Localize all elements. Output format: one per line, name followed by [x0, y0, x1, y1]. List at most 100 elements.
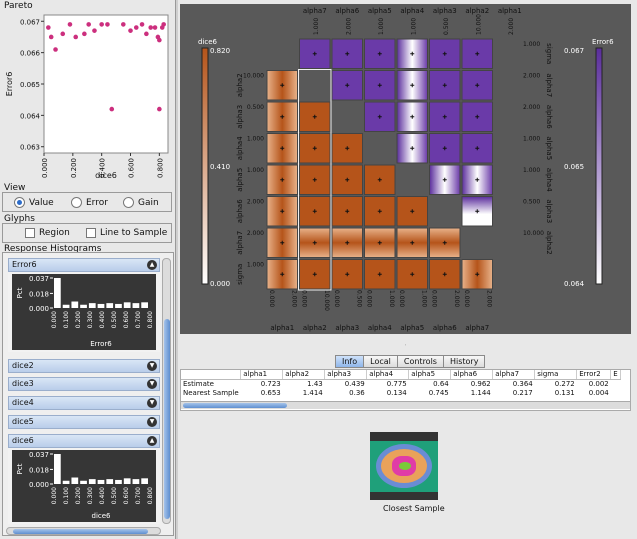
y-tick-label: 0.018 [29, 466, 49, 474]
tab-local[interactable]: Local [363, 355, 398, 368]
tab-controls[interactable]: Controls [396, 355, 444, 368]
top-axis-label: alpha1 [498, 7, 522, 15]
column-header[interactable]: alpha6 [450, 370, 494, 380]
x-tick-label: 0.300 [87, 311, 94, 328]
y-tick-label: 0.065 [20, 81, 40, 89]
column-header[interactable]: alpha2 [282, 370, 326, 380]
data-point[interactable] [105, 22, 110, 27]
column-header[interactable]: Error2 [576, 370, 612, 380]
expand-down-icon[interactable]: ▼ [147, 379, 157, 389]
top-tick-label: 2.000 [345, 18, 352, 35]
info-table-hscrollbar[interactable] [181, 401, 630, 409]
right-axis-label: sigma [545, 43, 553, 64]
bottom-tick-label: 0.000 [398, 290, 405, 307]
column-header[interactable]: alpha1 [240, 370, 284, 380]
left-axis-label: alpha4 [236, 136, 244, 160]
histogram-header-error6[interactable]: Error6 ▲ [8, 258, 160, 272]
table-row[interactable]: Nearest Sample 0.653 1.414 0.36 0.134 0.… [181, 388, 620, 397]
expand-down-icon[interactable]: ▼ [147, 417, 157, 427]
view-error-label: Error [86, 197, 108, 208]
data-point[interactable] [82, 31, 87, 37]
x-tick-label: 0.000 [51, 487, 58, 504]
expand-down-icon[interactable]: ▼ [147, 398, 157, 408]
line-to-sample-checkbox[interactable]: Line to Sample [86, 228, 167, 238]
column-header[interactable]: alpha4 [366, 370, 410, 380]
table-cell: 1.144 [470, 388, 491, 397]
y-axis-label: Error6 [5, 72, 14, 97]
scroll-thumb[interactable] [164, 319, 170, 519]
top-tick-label: 10.000 [475, 14, 482, 35]
tab-info[interactable]: Info [335, 355, 365, 368]
data-point[interactable] [128, 28, 133, 33]
column-header[interactable]: E [610, 370, 621, 380]
table-cell: 1.43 [307, 379, 323, 388]
dice6-colorbar-max: 0.820 [210, 47, 230, 55]
histogram-header-dice5[interactable]: dice5 ▼ [8, 415, 160, 429]
scatterplot-matrix[interactable]: dice60.820 0.410 0.000 Error6 0.067 0.065 0.06… [180, 4, 631, 334]
line-to-sample-label: Line to Sample [100, 228, 168, 238]
column-header[interactable]: alpha7 [492, 370, 536, 380]
table-cell: 0.745 [428, 388, 449, 397]
x-tick-label: 0.500 [111, 487, 118, 504]
x-tick-label: 0.000 [51, 311, 58, 328]
pareto-plot[interactable]: 0.0670.0660.0650.0640.0630.000 0.200 0.400… [2, 11, 172, 180]
data-point[interactable] [86, 22, 91, 27]
data-point[interactable] [53, 47, 58, 52]
top-tick-label: 1.000 [313, 18, 320, 35]
data-point[interactable] [161, 22, 166, 27]
histogram-header-dice3[interactable]: dice3 ▼ [8, 377, 160, 391]
bottom-tick-label: 0.000 [333, 290, 340, 307]
histogram-header-dice2[interactable]: dice2 ▼ [8, 359, 160, 373]
data-point[interactable] [48, 34, 54, 40]
expand-down-icon[interactable]: ▼ [147, 361, 157, 371]
sample-brain-center [399, 462, 411, 470]
data-point[interactable] [109, 106, 115, 112]
collapse-up-icon[interactable]: ▲ [147, 260, 157, 270]
view-value-radio[interactable]: Value [14, 197, 54, 208]
column-header[interactable]: alpha5 [408, 370, 452, 380]
table-cell: 0.131 [554, 388, 575, 397]
bottom-tick-label: 1.000 [421, 290, 428, 307]
bottom-tick-label: 2.000 [486, 290, 493, 307]
scroll-thumb[interactable] [13, 529, 148, 534]
data-point[interactable] [46, 25, 51, 30]
data-point[interactable] [92, 28, 97, 33]
column-header[interactable]: alpha3 [324, 370, 368, 380]
data-point[interactable] [99, 22, 104, 27]
data-point[interactable] [67, 22, 73, 27]
data-point[interactable] [157, 37, 162, 43]
data-point[interactable] [139, 22, 145, 27]
tab-history[interactable]: History [442, 355, 486, 368]
row-label: Nearest Sample [183, 388, 239, 397]
data-point[interactable] [148, 25, 153, 30]
data-point[interactable] [157, 106, 162, 112]
data-point[interactable] [144, 31, 149, 37]
column-header[interactable]: sigma [534, 370, 578, 380]
collapse-up-icon[interactable]: ▲ [147, 436, 157, 446]
data-point[interactable] [133, 25, 139, 30]
table-cell: 0.439 [344, 379, 365, 388]
histograms-hscrollbar[interactable] [6, 527, 161, 535]
view-gain-radio[interactable]: Gain [123, 197, 159, 208]
histogram-bar [132, 303, 140, 308]
scroll-thumb[interactable] [183, 403, 287, 408]
y-tick-label: 0.037 [29, 275, 49, 283]
data-point[interactable] [152, 25, 158, 30]
histogram-header-dice6[interactable]: dice6 ▲ [8, 434, 160, 448]
splitter[interactable] [175, 0, 178, 539]
table-row[interactable]: Estimate 0.723 1.43 0.439 0.775 0.64 0.9… [181, 379, 620, 388]
top-axis-label: alpha6 [335, 7, 359, 15]
region-checkbox[interactable]: Region [25, 228, 70, 238]
data-point[interactable] [60, 31, 66, 37]
top-tick-label: 1.000 [378, 18, 385, 35]
y-tick-label: 0.000 [29, 305, 49, 313]
x-tick-label: 0.800 [147, 311, 154, 328]
view-error-radio[interactable]: Error [71, 197, 108, 208]
histograms-vscrollbar[interactable] [162, 258, 171, 524]
data-point[interactable] [121, 22, 126, 27]
histogram-bar [54, 454, 61, 484]
bottom-axis-label: alpha3 [335, 324, 359, 332]
histogram-header-dice4[interactable]: dice4 ▼ [8, 396, 160, 410]
data-point[interactable] [73, 34, 79, 40]
splitter-handle[interactable]: ⋅ [180, 343, 631, 349]
